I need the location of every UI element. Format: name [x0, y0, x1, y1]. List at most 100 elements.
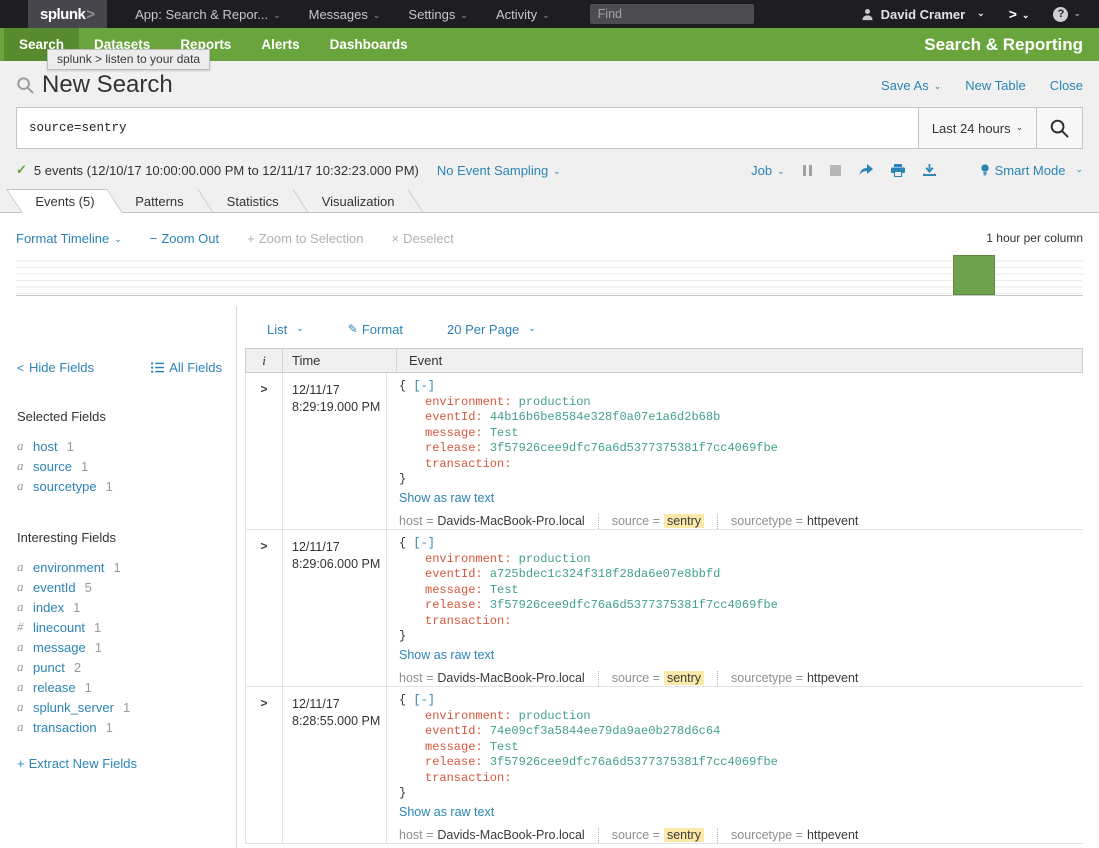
json-value[interactable]: a725bdec1c324f318f28da6e07e8bbfd: [483, 567, 721, 581]
json-value[interactable]: 74e09cf3a5844ee79da9ae0b278d6c64: [483, 724, 721, 738]
field-linecount[interactable]: #linecount1: [17, 617, 222, 637]
field-eventid[interactable]: aeventId5: [17, 577, 222, 597]
json-key[interactable]: eventId: [425, 410, 475, 424]
meta-value[interactable]: httpevent: [807, 671, 858, 685]
field-host[interactable]: ahost1: [17, 436, 222, 456]
json-value[interactable]: 3f57926cee9dfc76a6d5377375381f7cc4069fbe: [483, 598, 778, 612]
tab-visualization[interactable]: Visualization: [302, 189, 415, 213]
event-expand-icon[interactable]: >: [246, 373, 282, 529]
json-key[interactable]: transaction: [425, 457, 504, 471]
event-sampling-menu[interactable]: No Event Sampling⌄: [437, 163, 561, 178]
field-index[interactable]: aindex1: [17, 597, 222, 617]
json-value[interactable]: production: [511, 552, 590, 566]
field-name-link[interactable]: transaction: [33, 720, 97, 735]
action-save-as[interactable]: Save As⌄: [881, 78, 941, 93]
json-value[interactable]: Test: [483, 426, 519, 440]
format-timeline-menu[interactable]: Format Timeline⌄: [16, 231, 122, 246]
topbar-menu-activity[interactable]: Activity⌄: [482, 7, 564, 22]
column-header-event[interactable]: Event: [396, 349, 1082, 372]
meta-value[interactable]: Davids-MacBook-Pro.local: [437, 671, 584, 685]
json-key[interactable]: eventId: [425, 567, 475, 581]
extract-new-fields-link[interactable]: +Extract New Fields: [17, 756, 222, 771]
event-expand-icon[interactable]: >: [246, 530, 282, 686]
field-name-link[interactable]: linecount: [33, 620, 85, 635]
tab-patterns[interactable]: Patterns: [115, 189, 203, 213]
per-page-menu[interactable]: 20 Per Page⌄: [447, 322, 536, 337]
json-value[interactable]: Test: [483, 583, 519, 597]
json-collapse-toggle[interactable]: [-]: [413, 379, 435, 393]
field-punct[interactable]: apunct2: [17, 657, 222, 677]
action-close[interactable]: Close: [1050, 78, 1083, 93]
user-menu[interactable]: David Cramer ⌄: [861, 7, 985, 22]
show-raw-text-link[interactable]: Show as raw text: [399, 491, 1071, 505]
show-raw-text-link[interactable]: Show as raw text: [399, 805, 1071, 819]
json-value[interactable]: production: [511, 709, 590, 723]
show-raw-text-link[interactable]: Show as raw text: [399, 648, 1071, 662]
field-message[interactable]: amessage1: [17, 637, 222, 657]
json-key[interactable]: eventId: [425, 724, 475, 738]
share-icon[interactable]: [859, 164, 873, 176]
time-range-picker[interactable]: Last 24 hours ⌄: [919, 107, 1037, 149]
search-submit-button[interactable]: [1037, 107, 1083, 149]
field-sourcetype[interactable]: asourcetype1: [17, 476, 222, 496]
field-splunk-server[interactable]: asplunk_server1: [17, 697, 222, 717]
json-value[interactable]: Test: [483, 740, 519, 754]
json-collapse-toggle[interactable]: [-]: [413, 693, 435, 707]
help-menu[interactable]: ? ⌄: [1053, 7, 1081, 22]
topbar-menu-app-search-repor[interactable]: App: Search & Repor...⌄: [121, 7, 295, 22]
field-name-link[interactable]: index: [33, 600, 64, 615]
json-key[interactable]: message: [425, 740, 475, 754]
meta-value[interactable]: Davids-MacBook-Pro.local: [437, 514, 584, 528]
field-source[interactable]: asource1: [17, 456, 222, 476]
hide-fields-link[interactable]: <Hide Fields: [17, 360, 94, 375]
field-name-link[interactable]: source: [33, 459, 72, 474]
column-header-time[interactable]: Time: [282, 349, 396, 372]
json-key[interactable]: message: [425, 583, 475, 597]
field-transaction[interactable]: atransaction1: [17, 717, 222, 737]
json-key[interactable]: environment: [425, 552, 504, 566]
meta-value[interactable]: httpevent: [807, 514, 858, 528]
list-type-menu[interactable]: List⌄: [267, 322, 304, 337]
column-header-info[interactable]: i: [246, 349, 282, 372]
json-value[interactable]: 3f57926cee9dfc76a6d5377375381f7cc4069fbe: [483, 755, 778, 769]
meta-value[interactable]: sentry: [664, 514, 704, 528]
zoom-to-selection-button[interactable]: +Zoom to Selection: [247, 231, 363, 246]
timeline-bar[interactable]: [953, 255, 995, 295]
field-release[interactable]: arelease1: [17, 677, 222, 697]
field-name-link[interactable]: environment: [33, 560, 105, 575]
download-icon[interactable]: [923, 164, 936, 176]
json-value[interactable]: 3f57926cee9dfc76a6d5377375381f7cc4069fbe: [483, 441, 778, 455]
meta-value[interactable]: httpevent: [807, 828, 858, 842]
json-value[interactable]: 44b16b6be8584e328f0a07e1a6d2b68b: [483, 410, 721, 424]
json-key[interactable]: transaction: [425, 614, 504, 628]
nav-dashboards[interactable]: Dashboards: [315, 28, 423, 61]
print-icon[interactable]: [891, 164, 905, 177]
topbar-menu-messages[interactable]: Messages⌄: [295, 7, 395, 22]
field-environment[interactable]: aenvironment1: [17, 557, 222, 577]
deselect-button[interactable]: ×Deselect: [392, 231, 454, 246]
search-mode-menu[interactable]: Smart Mode ⌄: [980, 163, 1083, 178]
tab-events-5[interactable]: Events (5): [6, 189, 123, 213]
json-key[interactable]: release: [425, 441, 475, 455]
json-value[interactable]: production: [511, 395, 590, 409]
find-input[interactable]: [590, 4, 754, 24]
pause-icon[interactable]: [803, 165, 812, 176]
event-expand-icon[interactable]: >: [246, 687, 282, 843]
json-collapse-toggle[interactable]: [-]: [413, 536, 435, 550]
topbar-menu-settings[interactable]: Settings⌄: [394, 7, 482, 22]
field-name-link[interactable]: eventId: [33, 580, 76, 595]
splunk-logo[interactable]: splunk>: [28, 0, 107, 28]
timeline-chart[interactable]: [16, 255, 1083, 296]
json-key[interactable]: message: [425, 426, 475, 440]
field-name-link[interactable]: splunk_server: [33, 700, 114, 715]
json-key[interactable]: environment: [425, 709, 504, 723]
json-key[interactable]: release: [425, 755, 475, 769]
zoom-out-button[interactable]: −Zoom Out: [150, 231, 219, 246]
meta-value[interactable]: sentry: [664, 828, 704, 842]
field-name-link[interactable]: release: [33, 680, 76, 695]
json-key[interactable]: transaction: [425, 771, 504, 785]
nav-alerts[interactable]: Alerts: [246, 28, 314, 61]
tab-statistics[interactable]: Statistics: [207, 189, 299, 213]
field-name-link[interactable]: host: [33, 439, 58, 454]
field-name-link[interactable]: sourcetype: [33, 479, 97, 494]
